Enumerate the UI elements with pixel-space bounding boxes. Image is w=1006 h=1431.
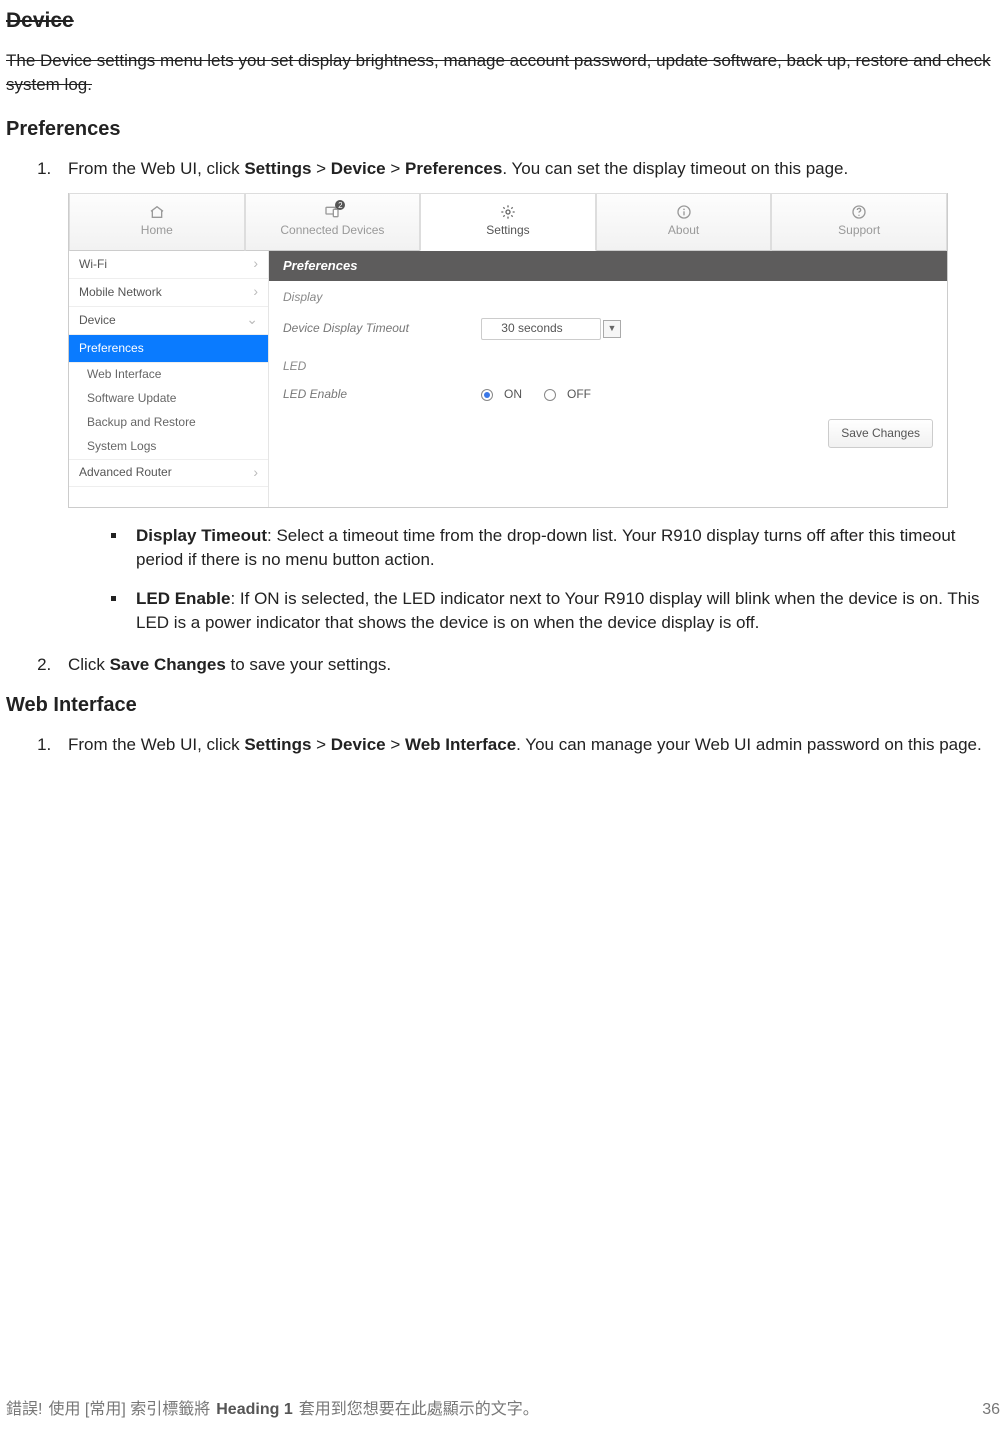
sidebar-item-label: Wi-Fi (79, 256, 107, 273)
bullet-body: : If ON is selected, the LED indicator n… (136, 589, 980, 632)
bold-settings: Settings (244, 735, 311, 754)
led-enable-label: LED Enable (283, 386, 473, 403)
gear-icon (499, 204, 517, 220)
bold-web-interface: Web Interface (405, 735, 516, 754)
tab-support[interactable]: Support (771, 193, 947, 251)
display-timeout-label: Device Display Timeout (283, 320, 473, 337)
sidebar-item-label: Advanced Router (79, 464, 172, 481)
devices-badge: 2 (335, 200, 345, 210)
tab-settings[interactable]: Settings (420, 193, 596, 251)
sidebar-item-label: System Logs (87, 438, 156, 455)
text: . You can manage your Web UI admin passw… (516, 735, 982, 754)
sidebar-item-preferences[interactable]: Preferences (69, 335, 268, 363)
chevron-right-icon: › (253, 282, 258, 302)
text: From the Web UI, click (68, 159, 244, 178)
bold-device: Device (331, 735, 386, 754)
radio-on-label: ON (504, 386, 522, 403)
dropdown-value: 30 seconds (501, 320, 562, 337)
chevron-right-icon: › (253, 254, 258, 274)
heading-preferences: Preferences (6, 115, 1000, 143)
preferences-steps: From the Web UI, click Settings > Device… (6, 157, 1000, 677)
settings-sidebar: Wi-Fi › Mobile Network › Device ⌄ Prefer… (69, 251, 269, 507)
bullet-list: Display Timeout: Select a timeout time f… (68, 524, 1000, 635)
section-display-label: Display (269, 281, 947, 312)
footer-text-b: 套用到您想要在此處顯示的文字。 (299, 1399, 539, 1421)
tab-label: Support (838, 222, 880, 239)
tab-label: About (668, 222, 699, 239)
heading-web-interface: Web Interface (6, 691, 1000, 719)
info-icon (675, 204, 693, 220)
sidebar-item-system-logs[interactable]: System Logs (69, 435, 268, 459)
tab-label: Connected Devices (280, 222, 384, 239)
text: From the Web UI, click (68, 735, 244, 754)
sidebar-item-web-interface[interactable]: Web Interface (69, 363, 268, 387)
web-step-1: From the Web UI, click Settings > Device… (56, 733, 1000, 757)
sidebar-item-wifi[interactable]: Wi-Fi › (69, 251, 268, 279)
bold-device: Device (331, 159, 386, 178)
intro-paragraph: The Device settings menu lets you set di… (6, 49, 1000, 97)
sidebar-item-device[interactable]: Device ⌄ (69, 307, 268, 335)
sidebar-item-label: Device (79, 312, 116, 329)
tab-label: Settings (486, 222, 529, 239)
home-icon (148, 204, 166, 220)
text: . You can set the display timeout on thi… (502, 159, 848, 178)
tab-home[interactable]: Home (69, 193, 245, 251)
dropdown-arrow-icon[interactable]: ▼ (603, 320, 621, 338)
bold-save-changes: Save Changes (110, 655, 226, 674)
help-icon (850, 204, 868, 220)
tab-connected-devices[interactable]: 2 Connected Devices (245, 193, 421, 251)
text: > (386, 159, 405, 178)
section-led-label: LED (269, 350, 947, 381)
display-timeout-dropdown[interactable]: 30 seconds (481, 318, 601, 340)
sidebar-item-label: Software Update (87, 390, 176, 407)
tab-about[interactable]: About (596, 193, 772, 251)
sidebar-item-label: Preferences (79, 340, 144, 357)
sidebar-item-backup-restore[interactable]: Backup and Restore (69, 411, 268, 435)
bullet-head: Display Timeout (136, 526, 267, 545)
sidebar-item-label: Mobile Network (79, 284, 162, 301)
row-led-enable: LED Enable ON OFF (269, 380, 947, 413)
footer-heading1: Heading 1 (216, 1399, 292, 1421)
step-1: From the Web UI, click Settings > Device… (56, 157, 1000, 635)
heading-device: Device (6, 6, 1000, 35)
sidebar-item-software-update[interactable]: Software Update (69, 387, 268, 411)
bold-preferences: Preferences (405, 159, 502, 178)
step-2: Click Save Changes to save your settings… (56, 653, 1000, 677)
radio-off[interactable] (544, 389, 556, 401)
settings-content: Preferences Display Device Display Timeo… (269, 251, 947, 507)
bold-settings: Settings (244, 159, 311, 178)
footer-text-a: 使用 [常用] 索引標籤將 (48, 1399, 210, 1421)
bullet-display-timeout: Display Timeout: Select a timeout time f… (128, 524, 1000, 572)
content-header: Preferences (269, 251, 947, 281)
bullet-head: LED Enable (136, 589, 230, 608)
text: > (386, 735, 405, 754)
tab-label: Home (141, 222, 173, 239)
text: Click (68, 655, 110, 674)
radio-off-label: OFF (567, 386, 591, 403)
page-number: 36 (982, 1399, 1000, 1421)
text: > (311, 735, 330, 754)
sidebar-item-label: Backup and Restore (87, 414, 196, 431)
chevron-down-icon: ⌄ (246, 310, 258, 330)
row-display-timeout: Device Display Timeout 30 seconds ▼ (269, 312, 947, 350)
web-interface-steps: From the Web UI, click Settings > Device… (6, 733, 1000, 757)
devices-icon: 2 (323, 204, 341, 220)
screenshot-preferences: Home 2 Connected Devices Settings About (68, 193, 948, 508)
save-changes-button[interactable]: Save Changes (828, 419, 933, 448)
chevron-right-icon: › (253, 463, 258, 483)
text: > (311, 159, 330, 178)
bullet-led-enable: LED Enable: If ON is selected, the LED i… (128, 587, 1000, 635)
radio-on[interactable] (481, 389, 493, 401)
footer-error: 錯誤! (6, 1399, 42, 1421)
text: to save your settings. (226, 655, 391, 674)
top-tabs: Home 2 Connected Devices Settings About (69, 193, 947, 251)
page-footer: 錯誤! 使用 [常用] 索引標籤將 Heading 1 套用到您想要在此處顯示的… (6, 1399, 1000, 1421)
sidebar-item-mobile-network[interactable]: Mobile Network › (69, 279, 268, 307)
sidebar-item-label: Web Interface (87, 366, 161, 383)
sidebar-item-advanced-router[interactable]: Advanced Router › (69, 459, 268, 487)
